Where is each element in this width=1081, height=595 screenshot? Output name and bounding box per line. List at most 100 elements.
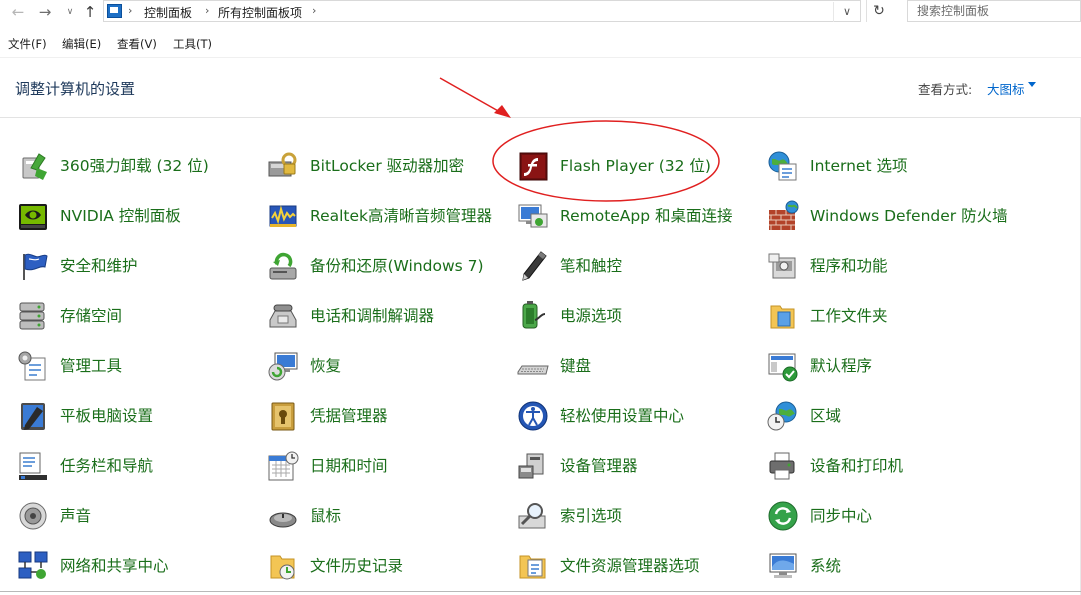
- search-input[interactable]: 搜索控制面板: [907, 0, 1081, 22]
- printer-icon: [769, 452, 795, 480]
- default-programs-icon: [768, 353, 798, 382]
- menu-file[interactable]: 文件(F): [8, 36, 47, 52]
- item-region[interactable]: 区域: [767, 400, 1012, 444]
- item-nvidia[interactable]: NVIDIA 控制面板: [17, 200, 262, 244]
- up-button[interactable]: ↑: [80, 2, 100, 22]
- item-date-time[interactable]: 日期和时间: [267, 450, 512, 494]
- item-tablet-settings[interactable]: 平板电脑设置: [17, 400, 262, 444]
- item-label: 程序和功能: [810, 257, 888, 275]
- audio-manager-icon: [269, 205, 297, 227]
- item-devices-printers[interactable]: 设备和打印机: [767, 450, 1012, 494]
- item-indexing-options[interactable]: 索引选项: [517, 500, 762, 544]
- menu-view[interactable]: 查看(V): [117, 36, 157, 52]
- item-label: 安全和维护: [60, 257, 138, 275]
- ease-of-access-icon: [518, 401, 548, 431]
- item-keyboard[interactable]: 键盘: [517, 350, 762, 394]
- item-flash-player[interactable]: Flash Player (32 位): [517, 150, 762, 194]
- item-remoteapp[interactable]: RemoteApp 和桌面连接: [517, 200, 762, 244]
- forward-button[interactable]: →: [35, 2, 55, 22]
- item-file-history[interactable]: 文件历史记录: [267, 550, 512, 594]
- address-dropdown-button[interactable]: ∨: [833, 2, 860, 22]
- item-backup-restore[interactable]: 备份和还原(Windows 7): [267, 250, 512, 294]
- flag-icon: [23, 253, 48, 280]
- item-label: 轻松使用设置中心: [560, 407, 685, 425]
- view-by-dropdown[interactable]: 大图标: [987, 79, 1025, 98]
- menu-tools[interactable]: 工具(T): [173, 36, 212, 52]
- folder-options-icon: [519, 555, 546, 579]
- storage-icon: [19, 302, 45, 330]
- item-ease-of-access[interactable]: 轻松使用设置中心: [517, 400, 762, 444]
- item-security-maintenance[interactable]: 安全和维护: [17, 250, 262, 294]
- item-taskbar-navigation[interactable]: 任务栏和导航: [17, 450, 262, 494]
- item-label: 电源选项: [560, 307, 623, 325]
- breadcrumb-separator[interactable]: ›: [312, 4, 316, 17]
- arrow-right-icon: →: [38, 3, 52, 21]
- item-label: 存储空间: [60, 307, 123, 325]
- arrow-left-icon: ←: [11, 3, 25, 21]
- breadcrumb-separator[interactable]: ›: [205, 4, 209, 17]
- item-credential-manager[interactable]: 凭据管理器: [267, 400, 512, 444]
- chevron-down-icon: ∨: [66, 7, 74, 17]
- refresh-button[interactable]: ↻: [866, 0, 891, 22]
- chevron-down-icon: ∨: [842, 5, 852, 18]
- backup-icon: [269, 252, 297, 280]
- item-programs-features[interactable]: 程序和功能: [767, 250, 1012, 294]
- uninstaller-icon: [22, 153, 47, 180]
- item-sound[interactable]: 声音: [17, 500, 262, 544]
- address-field[interactable]: › 控制面板 › 所有控制面板项 › ∨: [103, 0, 861, 22]
- item-label: 鼠标: [310, 507, 342, 525]
- item-pen-touch[interactable]: 笔和触控: [517, 250, 762, 294]
- item-label: Windows Defender 防火墙: [810, 207, 1008, 225]
- item-label: 设备和打印机: [810, 457, 904, 475]
- item-label: BitLocker 驱动器加密: [310, 157, 465, 175]
- view-by-label: 查看方式:: [918, 82, 973, 97]
- mouse-icon: [269, 512, 297, 528]
- caret-down-icon[interactable]: [1028, 82, 1036, 87]
- item-360-uninstaller[interactable]: 360强力卸载 (32 位): [17, 150, 262, 194]
- sync-icon: [768, 501, 798, 531]
- item-device-manager[interactable]: 设备管理器: [517, 450, 762, 494]
- item-label: 笔和触控: [560, 257, 623, 275]
- bitlocker-icon: [268, 152, 297, 177]
- item-mouse[interactable]: 鼠标: [267, 500, 512, 544]
- flash-icon: [519, 152, 548, 181]
- item-power-options[interactable]: 电源选项: [517, 300, 762, 344]
- item-sync-center[interactable]: 同步中心: [767, 500, 1012, 544]
- item-network-sharing[interactable]: 网络和共享中心: [17, 550, 262, 594]
- item-phone-modem[interactable]: 电话和调制解调器: [267, 300, 512, 344]
- pen-icon: [522, 251, 547, 281]
- item-label: Internet 选项: [810, 157, 908, 175]
- back-button[interactable]: ←: [8, 2, 28, 22]
- phone-icon: [269, 304, 297, 328]
- item-recovery[interactable]: 恢复: [267, 350, 512, 394]
- item-bitlocker[interactable]: BitLocker 驱动器加密: [267, 150, 512, 194]
- recovery-icon: [268, 352, 298, 381]
- breadcrumb-all-items[interactable]: 所有控制面板项: [218, 4, 302, 21]
- item-explorer-options[interactable]: 文件资源管理器选项: [517, 550, 762, 594]
- credential-icon: [271, 402, 295, 431]
- item-admin-tools[interactable]: 管理工具: [17, 350, 262, 394]
- item-label: 日期和时间: [310, 457, 388, 475]
- item-realtek-audio[interactable]: Realtek高清晰音频管理器: [267, 200, 512, 244]
- item-work-folders[interactable]: 工作文件夹: [767, 300, 1012, 344]
- item-label: 索引选项: [560, 507, 623, 525]
- breadcrumb-control-panel[interactable]: 控制面板: [144, 4, 192, 21]
- item-label: NVIDIA 控制面板: [60, 207, 181, 225]
- item-label: 文件历史记录: [310, 557, 404, 575]
- item-internet-options[interactable]: Internet 选项: [767, 150, 1012, 194]
- item-default-programs[interactable]: 默认程序: [767, 350, 1012, 394]
- item-firewall[interactable]: Windows Defender 防火墙: [767, 200, 1012, 244]
- work-folder-icon: [770, 305, 795, 329]
- calendar-icon: [268, 451, 299, 481]
- item-system[interactable]: 系统: [767, 550, 1012, 594]
- tablet-icon: [21, 403, 45, 430]
- page-title: 调整计算机的设置: [15, 80, 136, 98]
- item-label: RemoteApp 和桌面连接: [560, 207, 733, 225]
- item-label: 默认程序: [810, 357, 873, 375]
- item-storage-spaces[interactable]: 存储空间: [17, 300, 262, 344]
- item-label: 键盘: [560, 357, 592, 375]
- menu-edit[interactable]: 编辑(E): [62, 36, 101, 52]
- recent-locations-button[interactable]: ∨: [60, 2, 80, 22]
- bottom-border: [0, 591, 1081, 592]
- breadcrumb-separator[interactable]: ›: [128, 4, 132, 17]
